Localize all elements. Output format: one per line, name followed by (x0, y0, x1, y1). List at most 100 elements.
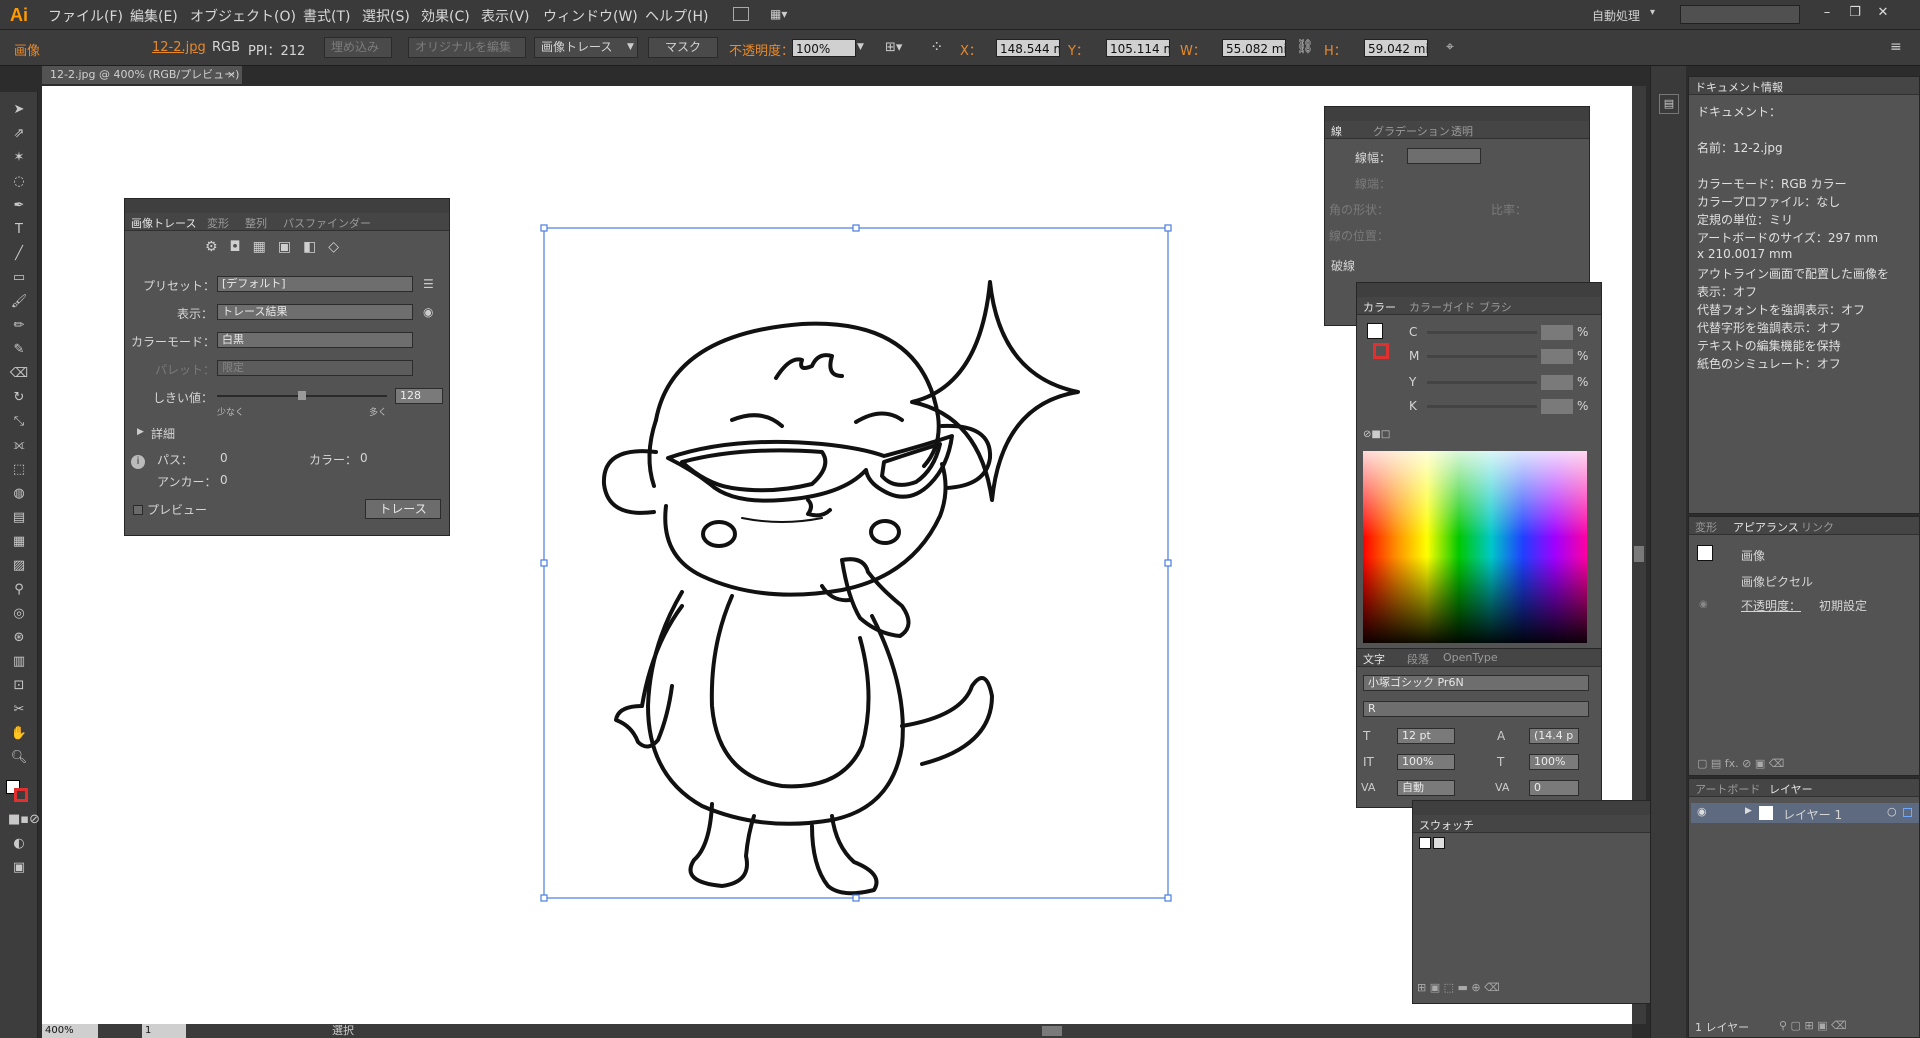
tab-paragraph[interactable]: 段落 (1407, 651, 1429, 667)
zoom-tool-icon[interactable]: 🔍︎ (8, 748, 30, 768)
perspective-grid-tool-icon[interactable]: ▤ (8, 508, 30, 528)
minimize-button[interactable]: – (1816, 3, 1838, 23)
horizontal-scale-input[interactable]: 100% (1529, 754, 1579, 770)
leading-input[interactable]: (14.4 p (1529, 728, 1579, 744)
trace-button[interactable]: トレース (365, 499, 441, 519)
cyan-slider[interactable] (1427, 331, 1537, 334)
chevron-down-icon[interactable]: ▼ (857, 42, 864, 52)
rotate-tool-icon[interactable]: ↻ (8, 388, 30, 408)
zoom-level-field[interactable]: 400% (42, 1024, 98, 1038)
black-input[interactable] (1541, 399, 1573, 414)
close-tab-icon[interactable]: × (227, 66, 236, 84)
magenta-slider[interactable] (1427, 355, 1537, 358)
menu-select[interactable]: 選択(S) (362, 6, 410, 26)
vertical-scale-input[interactable]: 100% (1397, 754, 1455, 770)
swatches-footer-icons[interactable]: ⊞ ▣ ⬚ ▬ ⊕ ⌫ (1417, 981, 1649, 999)
expand-triangle-icon[interactable]: ▶ (1745, 806, 1752, 816)
tab-appearance[interactable]: アピアランス (1733, 519, 1799, 535)
preset-dropdown[interactable]: [デフォルト] (217, 276, 413, 292)
reference-point-icon[interactable]: ⁘ (930, 37, 943, 56)
trace-preset-icons[interactable]: ⚙◘▦▣◧◇ (205, 239, 351, 255)
artboard-tool-icon[interactable]: ⊡ (8, 676, 30, 696)
bridge-icon[interactable] (733, 7, 749, 21)
layers-footer-icons[interactable]: ⚲ ▢ ⊞ ▣ ⌫ (1779, 1019, 1847, 1032)
target-icon[interactable]: ○ (1887, 805, 1897, 818)
blob-brush-tool-icon[interactable]: ✎ (8, 340, 30, 360)
mask-button[interactable]: マスク (648, 37, 718, 58)
tab-transform[interactable]: 変形 (207, 215, 229, 231)
eraser-tool-icon[interactable]: ⌫ (8, 364, 30, 384)
appearance-footer-icons[interactable]: ▢ ▤ fx. ⊘ ▣ ⌫ (1697, 757, 1913, 770)
width-tool-icon[interactable]: ⟗ (8, 436, 30, 456)
black-slider[interactable] (1427, 405, 1537, 408)
pencil-tool-icon[interactable]: ✏ (8, 316, 30, 336)
menu-window[interactable]: ウィンドウ(W) (543, 6, 638, 26)
none-white-black-swatches[interactable]: ⊘■□ (1363, 429, 1403, 441)
tab-opentype[interactable]: OpenType (1443, 651, 1498, 664)
horizontal-scroll-thumb[interactable] (1042, 1026, 1062, 1036)
chevron-down-icon[interactable]: ▼ (627, 42, 634, 52)
dashed-line-label[interactable]: 破線 (1331, 257, 1355, 274)
tab-color[interactable]: カラー (1363, 299, 1396, 315)
threshold-input[interactable]: 128 (395, 388, 443, 404)
document-info-icon[interactable]: ▤ (1659, 94, 1679, 114)
eye-icon[interactable]: ◉ (423, 305, 433, 319)
gradient-tool-icon[interactable]: ▨ (8, 556, 30, 576)
rectangle-tool-icon[interactable]: ▭ (8, 268, 30, 288)
font-size-input[interactable]: 12 pt (1397, 728, 1455, 744)
tab-layers[interactable]: レイヤー (1769, 781, 1813, 797)
eyedropper-tool-icon[interactable]: ⚲ (8, 580, 30, 600)
x-input[interactable]: 148.544 m (996, 39, 1060, 57)
graph-tool-icon[interactable]: ▥ (8, 652, 30, 672)
horizontal-scrollbar[interactable]: 400% 1 選択 (42, 1024, 1632, 1038)
tab-pathfinder[interactable]: パスファインダー (283, 215, 371, 231)
tab-character[interactable]: 文字 (1363, 651, 1385, 667)
y-input[interactable]: 105.114 m (1106, 39, 1170, 57)
tab-stroke[interactable]: 線 (1331, 123, 1342, 139)
h-input[interactable]: 59.042 mi (1364, 39, 1428, 57)
tab-artboards[interactable]: アートボード (1695, 781, 1760, 797)
line-tool-icon[interactable]: ╱ (8, 244, 30, 264)
preview-checkbox[interactable] (133, 505, 143, 515)
appearance-opacity-label[interactable]: 不透明度： (1741, 597, 1801, 614)
image-trace-button[interactable]: 画像トレース (534, 37, 638, 58)
slice-tool-icon[interactable]: ✂ (8, 700, 30, 720)
pen-tool-icon[interactable]: ✒ (8, 196, 30, 216)
panel-titlebar[interactable] (1357, 283, 1601, 297)
view-dropdown[interactable]: トレース結果 (217, 304, 413, 320)
symbol-sprayer-tool-icon[interactable]: ⊛ (8, 628, 30, 648)
tab-align[interactable]: 整列 (245, 215, 267, 231)
menu-view[interactable]: 表示(V) (481, 6, 530, 26)
tracking-input[interactable]: 0 (1529, 780, 1579, 796)
tab-brushes[interactable]: ブラシ (1479, 299, 1512, 315)
menu-type[interactable]: 書式(T) (303, 6, 350, 26)
magic-wand-tool-icon[interactable]: ✶ (8, 148, 30, 168)
appearance-row-pixels[interactable]: 画像ピクセル (1741, 573, 1813, 590)
link-proportions-icon[interactable]: ⛓ (1296, 39, 1314, 55)
preset-list-icon[interactable]: ☰ (423, 277, 434, 291)
drawing-mode-icon[interactable]: ◐ (8, 834, 30, 854)
panel-titlebar[interactable] (1413, 801, 1655, 815)
expand-triangle-icon[interactable]: ▶ (137, 427, 144, 437)
font-style-dropdown[interactable]: R (1363, 701, 1589, 717)
tab-color-guide[interactable]: カラーガイド (1409, 299, 1475, 315)
panel-menu-icon[interactable]: ≡ (1890, 39, 1902, 55)
menu-object[interactable]: オブジェクト(O) (190, 6, 296, 26)
recolor-icon[interactable]: ⊞▾ (885, 40, 902, 55)
mesh-tool-icon[interactable]: ▦ (8, 532, 30, 552)
visibility-eye-icon[interactable]: ◉ (1699, 599, 1708, 610)
stroke-swatch[interactable] (1373, 343, 1389, 359)
kerning-input[interactable]: 自動 (1397, 780, 1455, 796)
yellow-input[interactable] (1541, 375, 1573, 390)
scale-tool-icon[interactable]: ⤡ (8, 412, 30, 432)
tab-gradient[interactable]: グラデーション (1373, 123, 1450, 139)
selection-tool-icon[interactable]: ➤ (8, 100, 30, 120)
menu-effect[interactable]: 効果(C) (421, 6, 470, 26)
tab-transform[interactable]: 変形 (1695, 519, 1717, 535)
restore-button[interactable]: ❐ (1844, 3, 1866, 23)
tab-transparency[interactable]: 透明 (1451, 123, 1473, 139)
vertical-scroll-thumb[interactable] (1634, 546, 1644, 562)
tab-swatches[interactable]: スウォッチ (1419, 817, 1474, 833)
direct-selection-tool-icon[interactable]: ⇗ (8, 124, 30, 144)
document-tab[interactable]: 12-2.jpg @ 400% (RGB/プレビュー) × (42, 66, 242, 84)
